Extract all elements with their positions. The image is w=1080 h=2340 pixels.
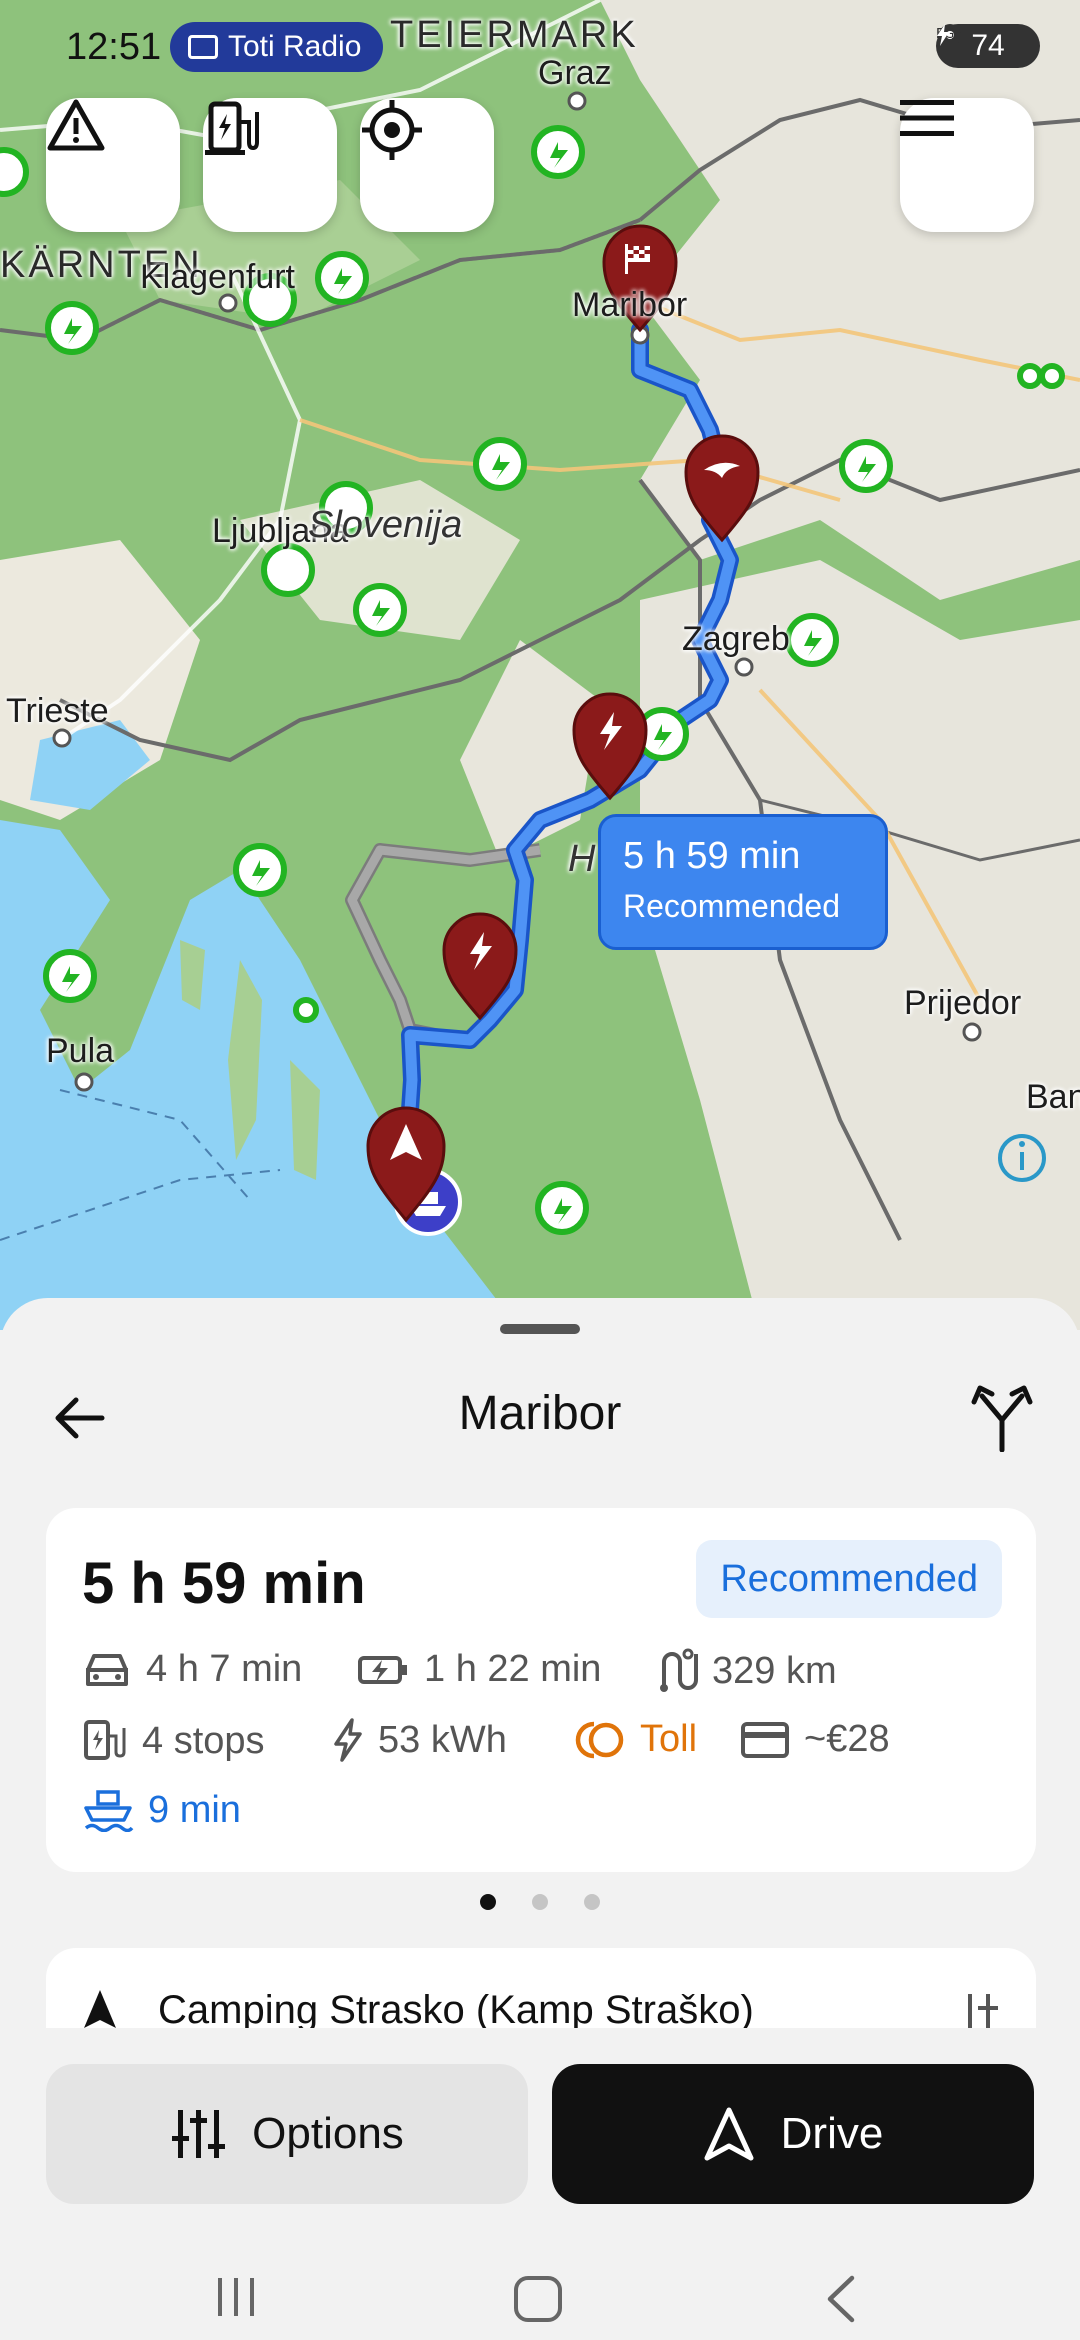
warning-icon — [47, 99, 105, 151]
system-nav-bar — [0, 2254, 1080, 2340]
sliders-icon — [172, 2110, 226, 2158]
recommended-badge: Recommended — [696, 1540, 1002, 1618]
distance-value: 329 km — [712, 1649, 837, 1692]
ev-station-icon — [205, 101, 259, 155]
page-dot[interactable] — [532, 1894, 548, 1910]
next-stop-card[interactable]: Camping Strasko (Kamp Straško) — [46, 1948, 1036, 2028]
stop-options-icon — [968, 1994, 998, 2028]
destination-title: Maribor — [458, 1387, 622, 1440]
ferry-time-value: 9 min — [148, 1788, 241, 1831]
menu-button[interactable] — [900, 98, 1034, 232]
charge-time-value: 1 h 22 min — [424, 1648, 602, 1690]
menu-icon — [900, 100, 954, 136]
cost-value: ~€28 — [804, 1718, 890, 1760]
status-clock: 12:51 — [66, 26, 162, 68]
credit-card-icon — [741, 1721, 789, 1758]
page-dot[interactable] — [584, 1894, 600, 1910]
chargers-button[interactable] — [203, 98, 337, 232]
energy-stat: 53 kWh — [332, 1718, 507, 1762]
stops-stat: 4 stops — [82, 1718, 265, 1764]
crosshair-icon — [362, 100, 422, 160]
recenter-button[interactable] — [360, 98, 494, 232]
car-icon — [86, 1653, 128, 1686]
energy-value: 53 kWh — [378, 1718, 507, 1761]
route-split-icon — [971, 1385, 1033, 1453]
battery-charging-icon — [358, 1655, 407, 1684]
distance-stat: 329 km — [654, 1648, 837, 1694]
radio-pill[interactable]: Toti Radio — [170, 22, 384, 72]
back-nav-icon[interactable] — [820, 2274, 860, 2324]
route-sheet: Maribor 5 h 59 min Recommended 4 h 7 min… — [0, 1298, 1080, 2340]
map-label-klagenfurt: Klagenfurt — [140, 258, 295, 296]
route-duration: 5 h 59 min — [82, 1551, 366, 1616]
route-callout-duration: 5 h 59 min — [623, 835, 801, 877]
drive-time-stat: 4 h 7 min — [82, 1648, 302, 1691]
page-dot-active[interactable] — [480, 1894, 496, 1910]
toll-icon — [575, 1721, 624, 1758]
route-distance-icon — [660, 1648, 698, 1692]
map-view[interactable]: TEIERMARK Graz KÄRNTEN Klagenfurt Maribo… — [0, 0, 1080, 1330]
toll-label: Toll — [640, 1718, 698, 1760]
stops-value: 4 stops — [142, 1719, 265, 1762]
alternative-routes-button[interactable] — [970, 1382, 1034, 1453]
system-icons: 5G R 74 — [936, 24, 1040, 68]
cost-stat: ~€28 — [740, 1718, 890, 1761]
map-label-ban: Ban — [1026, 1078, 1080, 1116]
map-label-pula: Pula — [46, 1032, 115, 1070]
charge-time-stat: 1 h 22 min — [356, 1648, 601, 1691]
options-button[interactable]: Options — [46, 2064, 528, 2204]
map-label-trieste: Trieste — [6, 692, 109, 730]
options-label: Options — [252, 2109, 404, 2158]
navigation-icon — [704, 2107, 754, 2161]
status-bar: 12:51 Toti Radio 5G R 74 — [0, 0, 1080, 96]
map-label-prijedor: Prijedor — [904, 984, 1022, 1022]
route-callout[interactable]: 5 h 59 min Recommended — [598, 814, 888, 950]
toll-stat: Toll — [572, 1718, 697, 1761]
ferry-icon — [84, 1790, 134, 1832]
report-hazard-button[interactable] — [46, 98, 180, 232]
map-label-zagreb: Zagreb — [682, 620, 790, 658]
sheet-grabber[interactable] — [500, 1324, 580, 1334]
battery-level: 74 — [971, 29, 1005, 62]
radio-label: Toti Radio — [228, 30, 362, 63]
home-icon[interactable] — [512, 2274, 564, 2324]
recent-apps-icon[interactable] — [212, 2274, 262, 2320]
ferry-stat: 9 min — [82, 1788, 241, 1832]
route-callout-tag: Recommended — [623, 888, 840, 924]
drive-button[interactable]: Drive — [552, 2064, 1034, 2204]
ev-station-small-icon — [84, 1720, 126, 1760]
drive-time-value: 4 h 7 min — [146, 1648, 303, 1690]
drive-label: Drive — [780, 2109, 884, 2158]
route-summary-card[interactable]: 5 h 59 min Recommended 4 h 7 min 1 h 22 … — [46, 1508, 1036, 1872]
bolt-icon — [334, 1718, 362, 1762]
next-stop-name: Camping Strasko (Kamp Straško) — [158, 1988, 754, 2028]
route-page-indicator — [480, 1894, 600, 1910]
radio-icon — [188, 35, 218, 59]
charging-bolt-icon — [937, 24, 949, 46]
map-label-h: H — [568, 838, 596, 880]
map-label-slovenija: Slovenija — [308, 504, 463, 546]
navigation-arrow-icon — [84, 1990, 116, 2028]
map-label-maribor: Maribor — [572, 286, 688, 324]
